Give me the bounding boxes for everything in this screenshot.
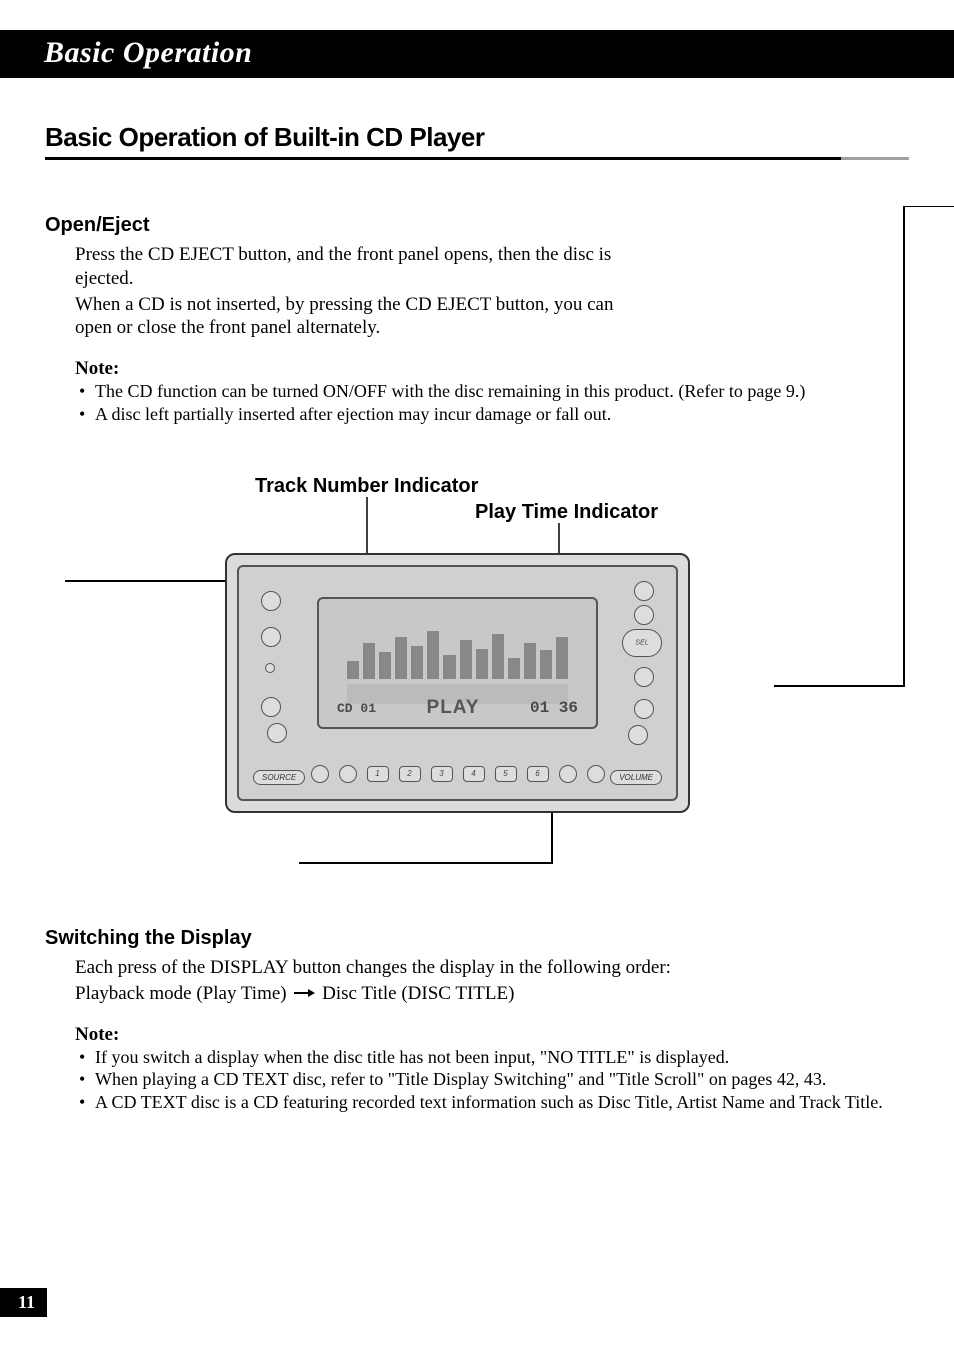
device-button [261,697,281,717]
preset-button-4: 4 [463,766,485,782]
callout-track-number: Track Number Indicator [255,475,478,498]
note-item: The CD function can be turned ON/OFF wit… [75,380,909,403]
heading-open-eject: Open/Eject [45,214,909,237]
device-button [267,723,287,743]
note-item: A CD TEXT disc is a CD featuring recorde… [75,1091,895,1114]
device-screen: CD 01 PLAY 01 36 [317,597,598,729]
paragraph: When a CD is not inserted, by pressing t… [75,293,635,341]
preset-button-5: 5 [495,766,517,782]
preset-button-1: 1 [367,766,389,782]
device-button [634,605,654,625]
lcd-play-time: 01 36 [530,699,578,717]
device-diagram: Track Number Indicator Play Time Indicat… [65,493,909,873]
mode-a: Playback mode (Play Time) [75,983,287,1004]
device-button [634,667,654,687]
knob [311,765,329,783]
paragraph: Each press of the DISPLAY button changes… [75,956,895,980]
device-button [261,627,281,647]
sel-button [622,629,662,657]
preset-button-3: 3 [431,766,453,782]
paragraph: Press the CD EJECT button, and the front… [75,243,635,291]
knob [559,765,577,783]
knob [587,765,605,783]
volume-label: VOLUME [610,770,662,785]
page-number: 11 [0,1288,47,1317]
lcd-cd-track: CD 01 [337,701,376,716]
paragraph: Playback mode (Play Time) Disc Title (DI… [75,982,895,1006]
knob [339,765,357,783]
heading-switching-display: Switching the Display [45,927,909,950]
chapter-title: Basic Operation [0,30,954,78]
callout-play-time: Play Time Indicator [475,501,658,524]
note-item: If you switch a display when the disc ti… [75,1046,895,1069]
note-item: A disc left partially inserted after eje… [75,403,909,426]
device-button [634,699,654,719]
preset-button-row: 1 2 3 4 5 6 [299,763,616,785]
lcd-play-indicator: PLAY [427,697,480,719]
preset-button-2: 2 [399,766,421,782]
heading-text: Switching the Display [45,927,252,950]
section-title: Basic Operation of Built-in CD Player [45,122,909,160]
device-button [265,663,275,673]
mode-b: Disc Title (DISC TITLE) [322,983,514,1004]
note-label: Note: [75,358,909,380]
arrow-right-icon [293,988,315,998]
eject-button [261,591,281,611]
device-button [628,725,648,745]
source-label: SOURCE [253,770,305,785]
note-label: Note: [75,1024,895,1046]
device-button [634,581,654,601]
note-item: When playing a CD TEXT disc, refer to "T… [75,1068,895,1091]
preset-button-6: 6 [527,766,549,782]
